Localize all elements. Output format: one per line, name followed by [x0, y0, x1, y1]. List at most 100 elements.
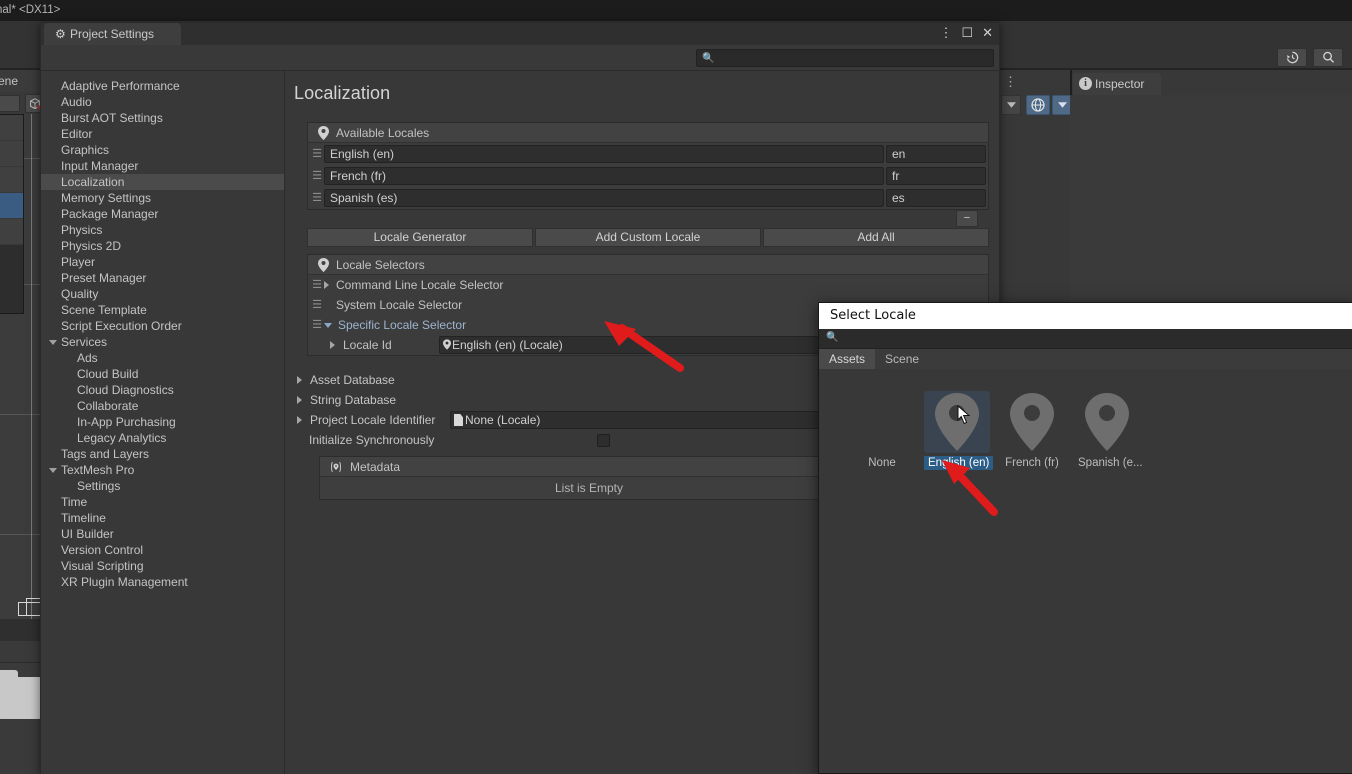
initialize-synchronously-checkbox[interactable] — [597, 433, 610, 447]
list-item[interactable] — [0, 193, 23, 219]
sidebar-item-in-app-purchasing[interactable]: In-App Purchasing — [41, 414, 284, 430]
scene-tab-label: cene — [0, 74, 19, 88]
maximize-icon[interactable]: ☐ — [961, 25, 973, 41]
sidebar-item-scene-template[interactable]: Scene Template — [41, 302, 284, 318]
chevron-down-icon[interactable] — [324, 322, 332, 328]
hierarchy-panel[interactable] — [0, 114, 24, 314]
sidebar-item-audio[interactable]: Audio — [41, 94, 284, 110]
sidebar-item-cloud-diagnostics[interactable]: Cloud Diagnostics — [41, 382, 284, 398]
drag-handle-icon[interactable]: ☰ — [310, 280, 324, 291]
locales-footer: − — [285, 210, 989, 232]
remove-locale-button[interactable]: − — [956, 210, 978, 227]
locale-row[interactable]: ☰ English (en) en — [308, 143, 988, 165]
sidebar-item-ui-builder[interactable]: UI Builder — [41, 526, 284, 542]
sidebar-item-timeline[interactable]: Timeline — [41, 510, 284, 526]
sidebar-item-adaptive-performance[interactable]: Adaptive Performance — [41, 78, 284, 94]
sidebar-item-textmesh-pro[interactable]: TextMesh Pro — [41, 462, 284, 478]
history-icon[interactable] — [1277, 48, 1307, 67]
sidebar-item-quality[interactable]: Quality — [41, 286, 284, 302]
sidebar-item-legacy-analytics[interactable]: Legacy Analytics — [41, 430, 284, 446]
sidebar-item-memory-settings[interactable]: Memory Settings — [41, 190, 284, 206]
locale-row[interactable]: ☰ Spanish (es) es — [308, 187, 988, 209]
drag-handle-icon[interactable]: ☰ — [310, 320, 324, 331]
drag-handle-icon[interactable]: ☰ — [310, 300, 324, 311]
sidebar-item-cloud-build[interactable]: Cloud Build — [41, 366, 284, 382]
scene-gizmos-dropdown[interactable] — [1052, 95, 1072, 115]
popup-search-input[interactable]: 🔍 — [819, 329, 1352, 349]
sidebar-item-version-control[interactable]: Version Control — [41, 542, 284, 558]
locale-asset-none[interactable]: None — [849, 391, 915, 471]
chevron-right-icon[interactable] — [297, 376, 302, 384]
sidebar-item-label: Ads — [77, 351, 98, 365]
sidebar-item-tags-and-layers[interactable]: Tags and Layers — [41, 446, 284, 462]
scene-gizmos-icon[interactable] — [1026, 95, 1050, 115]
sidebar-item-label: Tags and Layers — [61, 447, 150, 461]
chevron-right-icon[interactable] — [297, 416, 302, 424]
sidebar-item-label: Player — [61, 255, 96, 269]
locale-name-field[interactable]: English (en) — [324, 145, 884, 163]
sidebar-item-xr-plugin-management[interactable]: XR Plugin Management — [41, 574, 284, 590]
chevron-right-icon[interactable] — [297, 396, 302, 404]
search-field[interactable] — [715, 51, 985, 65]
sidebar-item-localization[interactable]: Localization — [41, 174, 284, 190]
sidebar-item-package-manager[interactable]: Package Manager — [41, 206, 284, 222]
popup-search-field[interactable] — [841, 331, 1321, 346]
sidebar-item-visual-scripting[interactable]: Visual Scripting — [41, 558, 284, 574]
locale-code-field[interactable]: fr — [886, 167, 986, 185]
sidebar-item-time[interactable]: Time — [41, 494, 284, 510]
list-item[interactable] — [0, 167, 23, 193]
locale-name-field[interactable]: Spanish (es) — [324, 189, 884, 207]
popup-tabs: Assets Scene — [819, 349, 1352, 369]
sidebar-item-physics[interactable]: Physics — [41, 222, 284, 238]
sidebar-item-script-execution-order[interactable]: Script Execution Order — [41, 318, 284, 334]
settings-sidebar[interactable]: Adaptive Performance Audio Burst AOT Setti… — [41, 71, 285, 774]
locale-pin-icon — [443, 337, 451, 353]
list-item[interactable] — [0, 219, 23, 245]
search-icon[interactable] — [1313, 48, 1343, 67]
drag-handle-icon[interactable]: ☰ — [310, 171, 324, 182]
locale-code-field[interactable]: es — [886, 189, 986, 207]
folder-icon[interactable] — [0, 670, 44, 719]
locale-asset-french-fr-[interactable]: French (fr) — [999, 391, 1065, 471]
search-input[interactable]: 🔍 — [696, 49, 994, 67]
sidebar-item-physics-2d[interactable]: Physics 2D — [41, 238, 284, 254]
sidebar-item-ads[interactable]: Ads — [41, 350, 284, 366]
chevron-right-icon[interactable] — [324, 281, 329, 289]
sidebar-item-player[interactable]: Player — [41, 254, 284, 270]
list-item[interactable] — [0, 115, 23, 141]
sidebar-item-preset-manager[interactable]: Preset Manager — [41, 270, 284, 286]
sidebar-item-burst-aot-settings[interactable]: Burst AOT Settings — [41, 110, 284, 126]
metadata-empty-text: List is Empty — [320, 477, 858, 499]
locale-asset-english-en-[interactable]: English (en) — [924, 391, 994, 471]
locale-code-field[interactable]: en — [886, 145, 986, 163]
scene-layers-dropdown[interactable] — [1001, 95, 1021, 115]
tab-scene[interactable]: Scene — [875, 349, 929, 369]
list-item[interactable] — [0, 141, 23, 167]
more-options-icon[interactable]: ⋮ — [939, 25, 952, 41]
scene-shading-dropdown[interactable] — [0, 95, 20, 112]
chevron-right-icon[interactable] — [330, 341, 335, 349]
sidebar-item-graphics[interactable]: Graphics — [41, 142, 284, 158]
locale-row[interactable]: ☰ French (fr) fr — [308, 165, 988, 187]
locale-selector-item[interactable]: ☰ Command Line Locale Selector — [308, 275, 988, 295]
sidebar-item-label: Audio — [61, 95, 92, 109]
drag-handle-icon[interactable]: ☰ — [310, 193, 324, 204]
locale-pin-wrap — [1074, 391, 1140, 453]
sidebar-item-collaborate[interactable]: Collaborate — [41, 398, 284, 414]
sidebar-item-settings[interactable]: Settings — [41, 478, 284, 494]
select-locale-popup[interactable]: Select Locale 🔍 Assets Scene None English … — [818, 302, 1352, 774]
sidebar-item-input-manager[interactable]: Input Manager — [41, 158, 284, 174]
sidebar-item-editor[interactable]: Editor — [41, 126, 284, 142]
tab-assets[interactable]: Assets — [819, 349, 876, 369]
gear-icon: ⚙ — [55, 27, 66, 41]
close-icon[interactable]: ✕ — [982, 25, 993, 41]
tab-project-settings[interactable]: ⚙ Project Settings — [44, 23, 181, 45]
locale-asset-spanish-e-[interactable]: Spanish (e... — [1074, 391, 1143, 471]
locale-selector-label: System Locale Selector — [336, 298, 463, 312]
sidebar-item-services[interactable]: Services — [41, 334, 284, 350]
drag-handle-icon[interactable]: ☰ — [310, 149, 324, 160]
chevron-down-icon[interactable] — [49, 468, 57, 476]
locale-name-field[interactable]: French (fr) — [324, 167, 884, 185]
chevron-down-icon[interactable] — [49, 340, 57, 348]
panel-menu-icon[interactable]: ⋮ — [1004, 74, 1017, 90]
